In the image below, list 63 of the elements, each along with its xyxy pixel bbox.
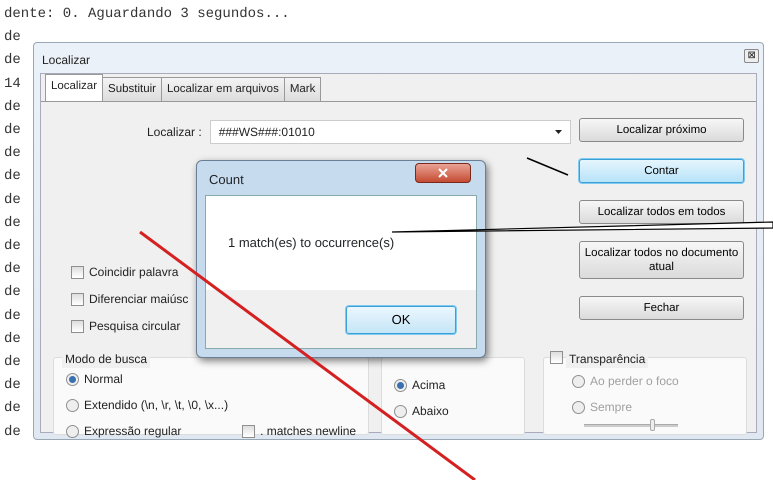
dialog-button[interactable]: Fechar [579,296,744,320]
dialog-button[interactable]: Localizar todos em todos [579,200,744,224]
search-combo-field[interactable]: ###WS###:01010 [210,120,571,144]
code-line: de [4,28,21,48]
code-line: de [4,190,21,210]
leader-line [526,157,568,176]
code-line: de [4,167,21,186]
code-line: dente: 0. Aguardando 3 segundos... [4,5,290,24]
radio-button[interactable] [66,398,79,412]
radio-label: Normal [84,371,123,388]
radio-button[interactable] [394,404,407,418]
code-line: de [4,214,21,233]
dialog-button[interactable]: Localizar próximo [579,118,744,142]
radio-label: Sempre [590,399,632,416]
code-line: de [4,144,21,164]
ok-button[interactable]: OK [346,306,456,334]
radio-label: Abaixo [412,403,449,420]
code-line: de [4,353,21,372]
checkbox[interactable] [71,320,84,333]
code-line: de [4,376,21,396]
checkbox-label: . matches newline [260,423,356,440]
radio-label: Extendido (\n, \r, \t, \0, \x...) [84,397,228,414]
message-text: 1 match(es) to occurrence(s) [228,234,394,252]
close-icon [438,168,448,178]
close-button[interactable]: ⊠ [744,49,759,63]
checkbox-label: Diferenciar maiúsc [89,291,188,308]
radio-button[interactable] [66,372,79,386]
tab[interactable]: Substituir [102,77,162,102]
code-line: de [4,283,21,302]
dialog-title: Count [209,171,244,189]
checkbox[interactable] [71,266,84,279]
dialog-button[interactable]: Contar [579,159,744,184]
field-label: Localizar : [147,124,202,142]
radio-button[interactable] [572,374,585,388]
code-line: 14 [4,74,21,94]
code-line: de [4,306,21,326]
code-line: de [4,260,21,280]
checkbox-label: Pesquisa circular [89,318,180,336]
slider-thumb[interactable] [650,419,655,431]
code-line: de [4,330,21,349]
radio-label: Ao perder o foco [590,373,679,390]
code-line: de [4,399,21,418]
code-line: de [4,51,21,70]
checkbox[interactable] [71,292,84,306]
close-button[interactable] [415,163,471,183]
dialog-button[interactable]: Localizar todos no documento atual [579,241,744,280]
checkbox[interactable] [242,424,256,438]
checkbox[interactable] [550,351,563,364]
tab[interactable]: Localizar em arquivos [160,77,285,102]
code-line: de [4,237,21,256]
tab[interactable]: Localizar [45,74,104,102]
checkbox-label: Coincidir palavra [89,264,178,282]
radio-button[interactable] [394,378,407,392]
window-title: Localizar [42,52,90,69]
radio-label: Expressão regular [84,423,182,440]
code-line: de [4,98,21,117]
radio-button[interactable] [66,424,79,438]
tab[interactable]: Mark [284,77,322,102]
radio-label: Acima [412,377,446,394]
code-line: de [4,121,21,140]
radio-button[interactable] [572,400,585,414]
code-line: de [4,422,21,442]
dropdown-caret-icon [555,130,562,134]
